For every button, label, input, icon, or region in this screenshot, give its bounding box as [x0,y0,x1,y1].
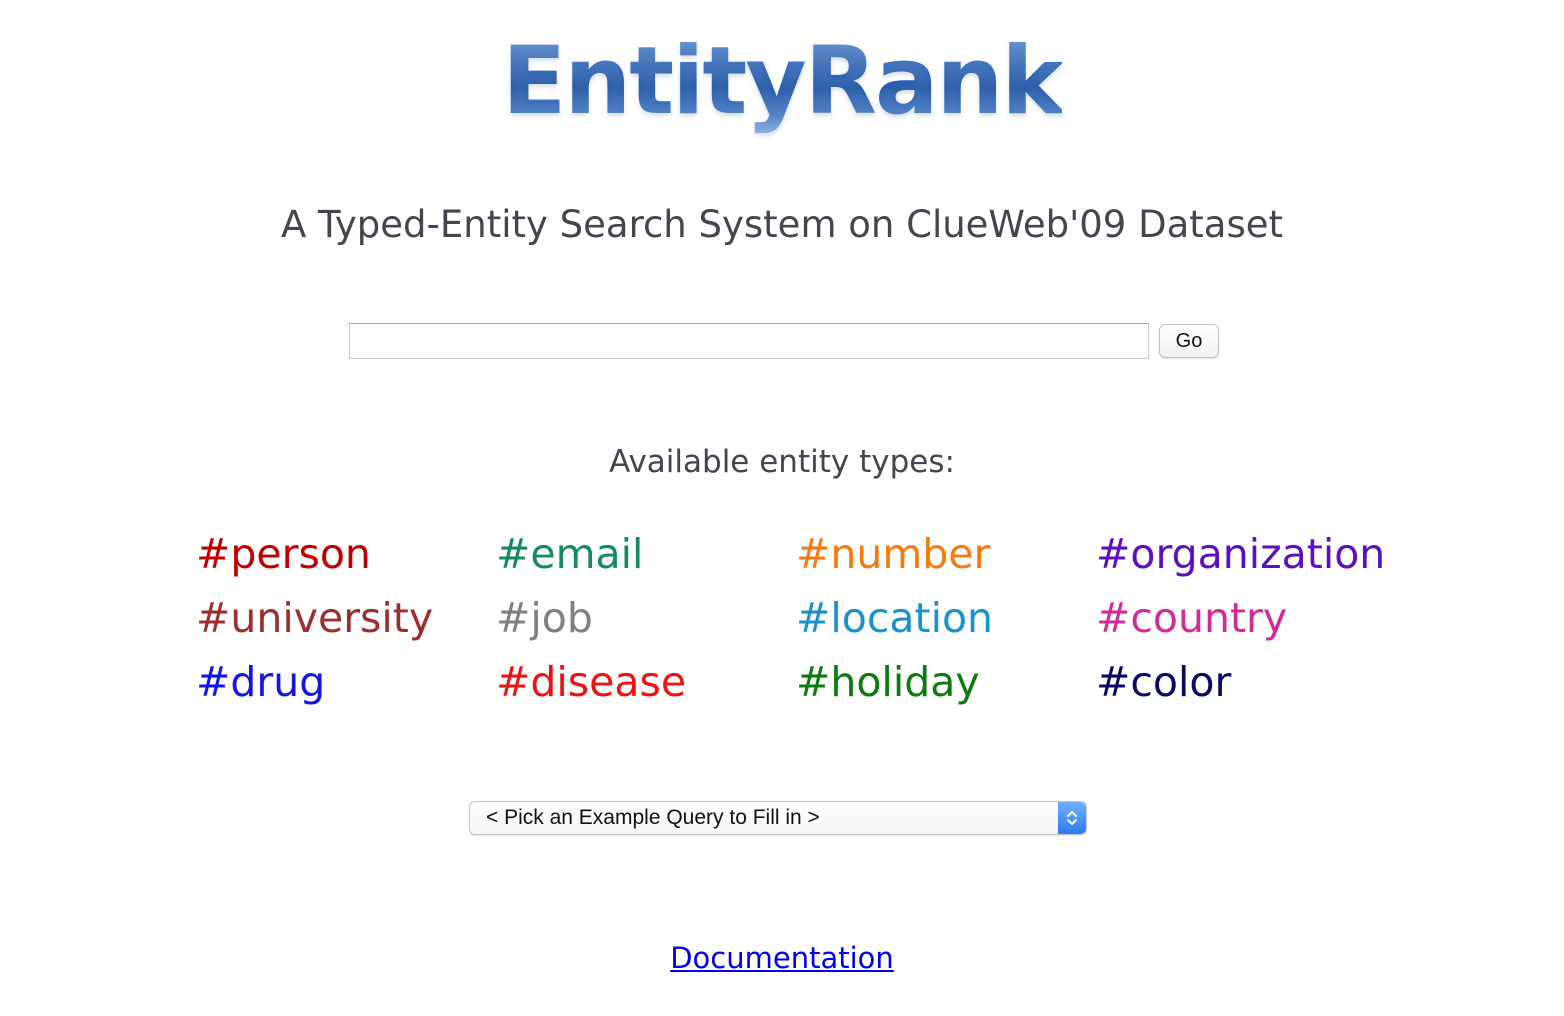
entity-type-location[interactable]: #location [796,592,1096,656]
logo-text: EntityRank [502,27,1064,136]
example-query-selected: < Pick an Example Query to Fill in > [486,806,820,829]
entity-type-email[interactable]: #email [496,528,796,592]
entity-type-person[interactable]: #person [196,528,496,592]
search-input[interactable] [349,323,1149,359]
entity-type-number[interactable]: #number [796,528,1096,592]
entity-type-holiday[interactable]: #holiday [796,656,1096,720]
entity-type-drug[interactable]: #drug [196,656,496,720]
entity-type-disease[interactable]: #disease [496,656,796,720]
logo: EntityRank [0,27,1564,136]
entity-type-color[interactable]: #color [1096,656,1396,720]
go-button[interactable]: Go [1159,324,1219,358]
page-subtitle: A Typed-Entity Search System on ClueWeb'… [280,203,1284,246]
documentation-link[interactable]: Documentation [670,941,894,975]
entity-type-job[interactable]: #job [496,592,796,656]
entity-type-organization[interactable]: #organization [1096,528,1396,592]
entity-type-university[interactable]: #university [196,592,496,656]
select-arrows-icon [1058,802,1086,834]
example-query-select[interactable]: < Pick an Example Query to Fill in > [469,801,1087,835]
entity-types-heading: Available entity types: [609,444,955,480]
entity-types-grid: #person #email #number #organization #un… [196,528,1396,720]
search-bar: Go [349,323,1219,359]
entity-type-country[interactable]: #country [1096,592,1396,656]
documentation-link-container: Documentation [0,938,1564,978]
